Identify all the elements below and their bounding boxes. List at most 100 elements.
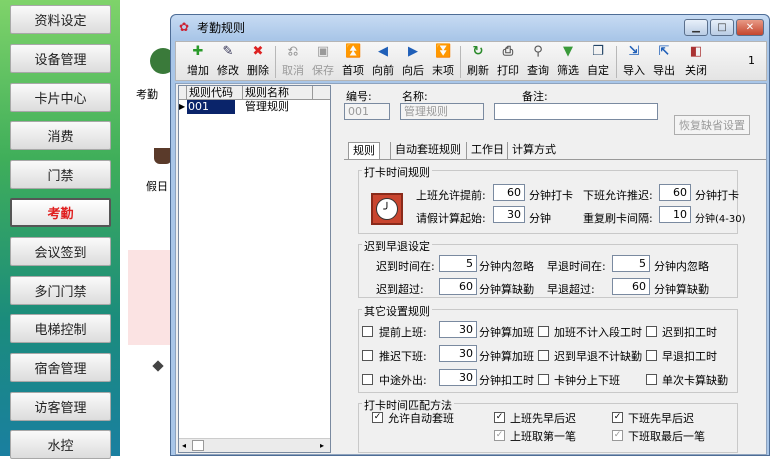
late-deduct-checkbox[interactable] — [646, 326, 657, 337]
pencil-icon: ✎ — [222, 44, 234, 59]
add-button[interactable]: ✚ 增加 — [184, 44, 212, 79]
rules-list-header: 规则代码 规则名称 — [179, 86, 330, 100]
rule-code-cell[interactable]: 001 — [187, 100, 235, 114]
sidebar-item-multi-door[interactable]: 多门门禁 — [10, 276, 111, 305]
window-client-area: 规则代码 规则名称 ▶ 001 管理规则 ◂ ▸ 编号: 001 名称: 管理规… — [175, 83, 767, 455]
on-first-label: 上班取第一笔 — [510, 430, 576, 443]
column-header-code[interactable]: 规则代码 — [187, 86, 243, 99]
delay-field[interactable]: 30 — [439, 345, 477, 362]
single-absent-checkbox[interactable] — [646, 374, 657, 385]
early-deduct-checkbox[interactable] — [646, 350, 657, 361]
attendance-module-label[interactable]: 考勤 — [136, 86, 158, 102]
outing-field[interactable]: 30 — [439, 369, 477, 386]
import-button[interactable]: ⇲ 导入 — [620, 44, 648, 79]
first-record-button[interactable]: ⏫ 首项 — [339, 44, 367, 79]
late-ignore-label: 迟到时间在: — [376, 260, 435, 273]
restore-defaults-button[interactable]: 恢复缺省设置 — [674, 115, 750, 135]
early-allow-unit: 分钟打卡 — [529, 189, 573, 202]
rules-list[interactable]: 规则代码 规则名称 ▶ 001 管理规则 ◂ ▸ — [178, 85, 331, 453]
scroll-left-icon[interactable]: ◂ — [182, 441, 186, 450]
previous-record-button[interactable]: ◀ 向前 — [369, 44, 397, 79]
late-early-no-absent-checkbox[interactable] — [538, 350, 549, 361]
single-absent-label: 单次卡算缺勤 — [662, 374, 728, 387]
query-button[interactable]: ⚲ 查询 — [524, 44, 552, 79]
sidebar-item-device-management[interactable]: 设备管理 — [10, 44, 111, 73]
import-icon: ⇲ — [628, 44, 640, 59]
early-absent-unit: 分钟算缺勤 — [654, 283, 709, 296]
late-ignore-field[interactable]: 5 — [439, 255, 477, 272]
save-icon: ▣ — [316, 44, 330, 59]
minimize-button[interactable]: ▁ — [684, 19, 708, 36]
code-field[interactable]: 001 — [344, 103, 390, 120]
auto-shift-checkbox[interactable]: ✓ — [372, 412, 383, 423]
maximize-button[interactable]: □ — [710, 19, 734, 36]
edit-button[interactable]: ✎ 修改 — [214, 44, 242, 79]
window-icon: ❐ — [592, 44, 604, 59]
outing-checkbox[interactable] — [362, 374, 373, 385]
close-window-button[interactable]: ✕ — [736, 19, 764, 36]
tab-calculation[interactable]: 计算方式 — [507, 142, 560, 160]
sidebar-item-meeting-signin[interactable]: 会议签到 — [10, 237, 111, 266]
custom-button[interactable]: ❐ 自定 — [584, 44, 612, 79]
column-header-name[interactable]: 规则名称 — [243, 86, 313, 99]
next-record-button[interactable]: ▶ 向后 — [399, 44, 427, 79]
on-first-checkbox[interactable]: ✓ — [494, 430, 505, 441]
off-early-late-checkbox[interactable]: ✓ — [612, 412, 623, 423]
close-button[interactable]: ◧ 关闭 — [682, 44, 710, 79]
delete-button[interactable]: ✖ 删除 — [244, 44, 272, 79]
late-allow-field[interactable]: 60 — [659, 184, 691, 201]
previous-icon: ◀ — [378, 44, 388, 59]
scroll-right-icon[interactable]: ▸ — [320, 441, 324, 450]
late-allow-unit: 分钟打卡 — [695, 189, 739, 202]
sidebar-item-attendance[interactable]: 考勤 — [10, 198, 111, 227]
repeat-interval-field[interactable]: 10 — [659, 206, 691, 223]
tab-auto-shift[interactable]: 自动套班规则 — [390, 142, 465, 160]
cancel-button[interactable]: ⎌ 取消 — [279, 44, 307, 79]
sidebar-item-consumption[interactable]: 消费 — [10, 121, 111, 150]
tab-workday[interactable]: 工作日 — [466, 142, 508, 160]
last-record-button[interactable]: ⏬ 末项 — [429, 44, 457, 79]
advance-checkbox[interactable] — [362, 326, 373, 337]
early-absent-field[interactable]: 60 — [612, 278, 650, 295]
sidebar-item-water-control[interactable]: 水控 — [10, 430, 111, 459]
delay-checkbox[interactable] — [362, 350, 373, 361]
sidebar: 资料设定 设备管理 卡片中心 消费 门禁 考勤 会议签到 多门门禁 电梯控制 宿… — [0, 0, 120, 459]
refresh-button[interactable]: ↻ 刷新 — [464, 44, 492, 79]
sidebar-item-dormitory[interactable]: 宿舍管理 — [10, 353, 111, 382]
note-field[interactable] — [494, 103, 658, 120]
off-last-checkbox[interactable]: ✓ — [612, 430, 623, 441]
early-allow-field[interactable]: 60 — [493, 184, 525, 201]
outing-label: 中途外出: — [379, 374, 427, 387]
on-early-late-checkbox[interactable]: ✓ — [494, 412, 505, 423]
toolbar-separator — [616, 46, 617, 78]
sidebar-item-visitor[interactable]: 访客管理 — [10, 392, 111, 421]
early-ignore-field[interactable]: 5 — [612, 255, 650, 272]
rule-name-cell[interactable]: 管理规则 — [235, 100, 305, 114]
holiday-module-label[interactable]: 假日 — [146, 178, 168, 194]
horizontal-scrollbar[interactable]: ◂ ▸ — [179, 438, 330, 452]
early-ignore-unit: 分钟内忽略 — [654, 260, 709, 273]
filter-button[interactable]: ▼ 筛选 — [554, 44, 582, 79]
ot-no-section-checkbox[interactable] — [538, 326, 549, 337]
card-split-checkbox[interactable] — [538, 374, 549, 385]
card-split-label: 卡钟分上下班 — [554, 374, 620, 387]
name-field[interactable]: 管理规则 — [400, 103, 484, 120]
leave-start-field[interactable]: 30 — [493, 206, 525, 223]
advance-field[interactable]: 30 — [439, 321, 477, 338]
tab-rules[interactable]: 规则 — [348, 142, 380, 160]
list-item[interactable]: ▶ 001 管理规则 — [179, 100, 330, 114]
clock-icon: ╯ — [371, 193, 403, 225]
late-allow-label: 下班允许推迟: — [583, 189, 653, 202]
save-button[interactable]: ▣ 保存 — [309, 44, 337, 79]
scroll-thumb[interactable] — [192, 440, 205, 451]
last-icon: ⏬ — [435, 44, 452, 59]
sidebar-item-access-control[interactable]: 门禁 — [10, 160, 111, 189]
print-button[interactable]: ⎙ 打印 — [494, 44, 522, 79]
attendance-rules-window: ✿ 考勤规则 ▁ □ ✕ ✚ 增加 ✎ 修改 ✖ 删除 ⎌ 取消 ▣ 保存 ⏫ 首项 ◀ 向前… — [170, 14, 770, 456]
sidebar-item-card-center[interactable]: 卡片中心 — [10, 83, 111, 112]
toolbar-separator — [460, 46, 461, 78]
export-button[interactable]: ⇱ 导出 — [650, 44, 678, 79]
late-absent-field[interactable]: 60 — [439, 278, 477, 295]
sidebar-item-elevator[interactable]: 电梯控制 — [10, 314, 111, 343]
sidebar-item-data-settings[interactable]: 资料设定 — [10, 5, 111, 34]
